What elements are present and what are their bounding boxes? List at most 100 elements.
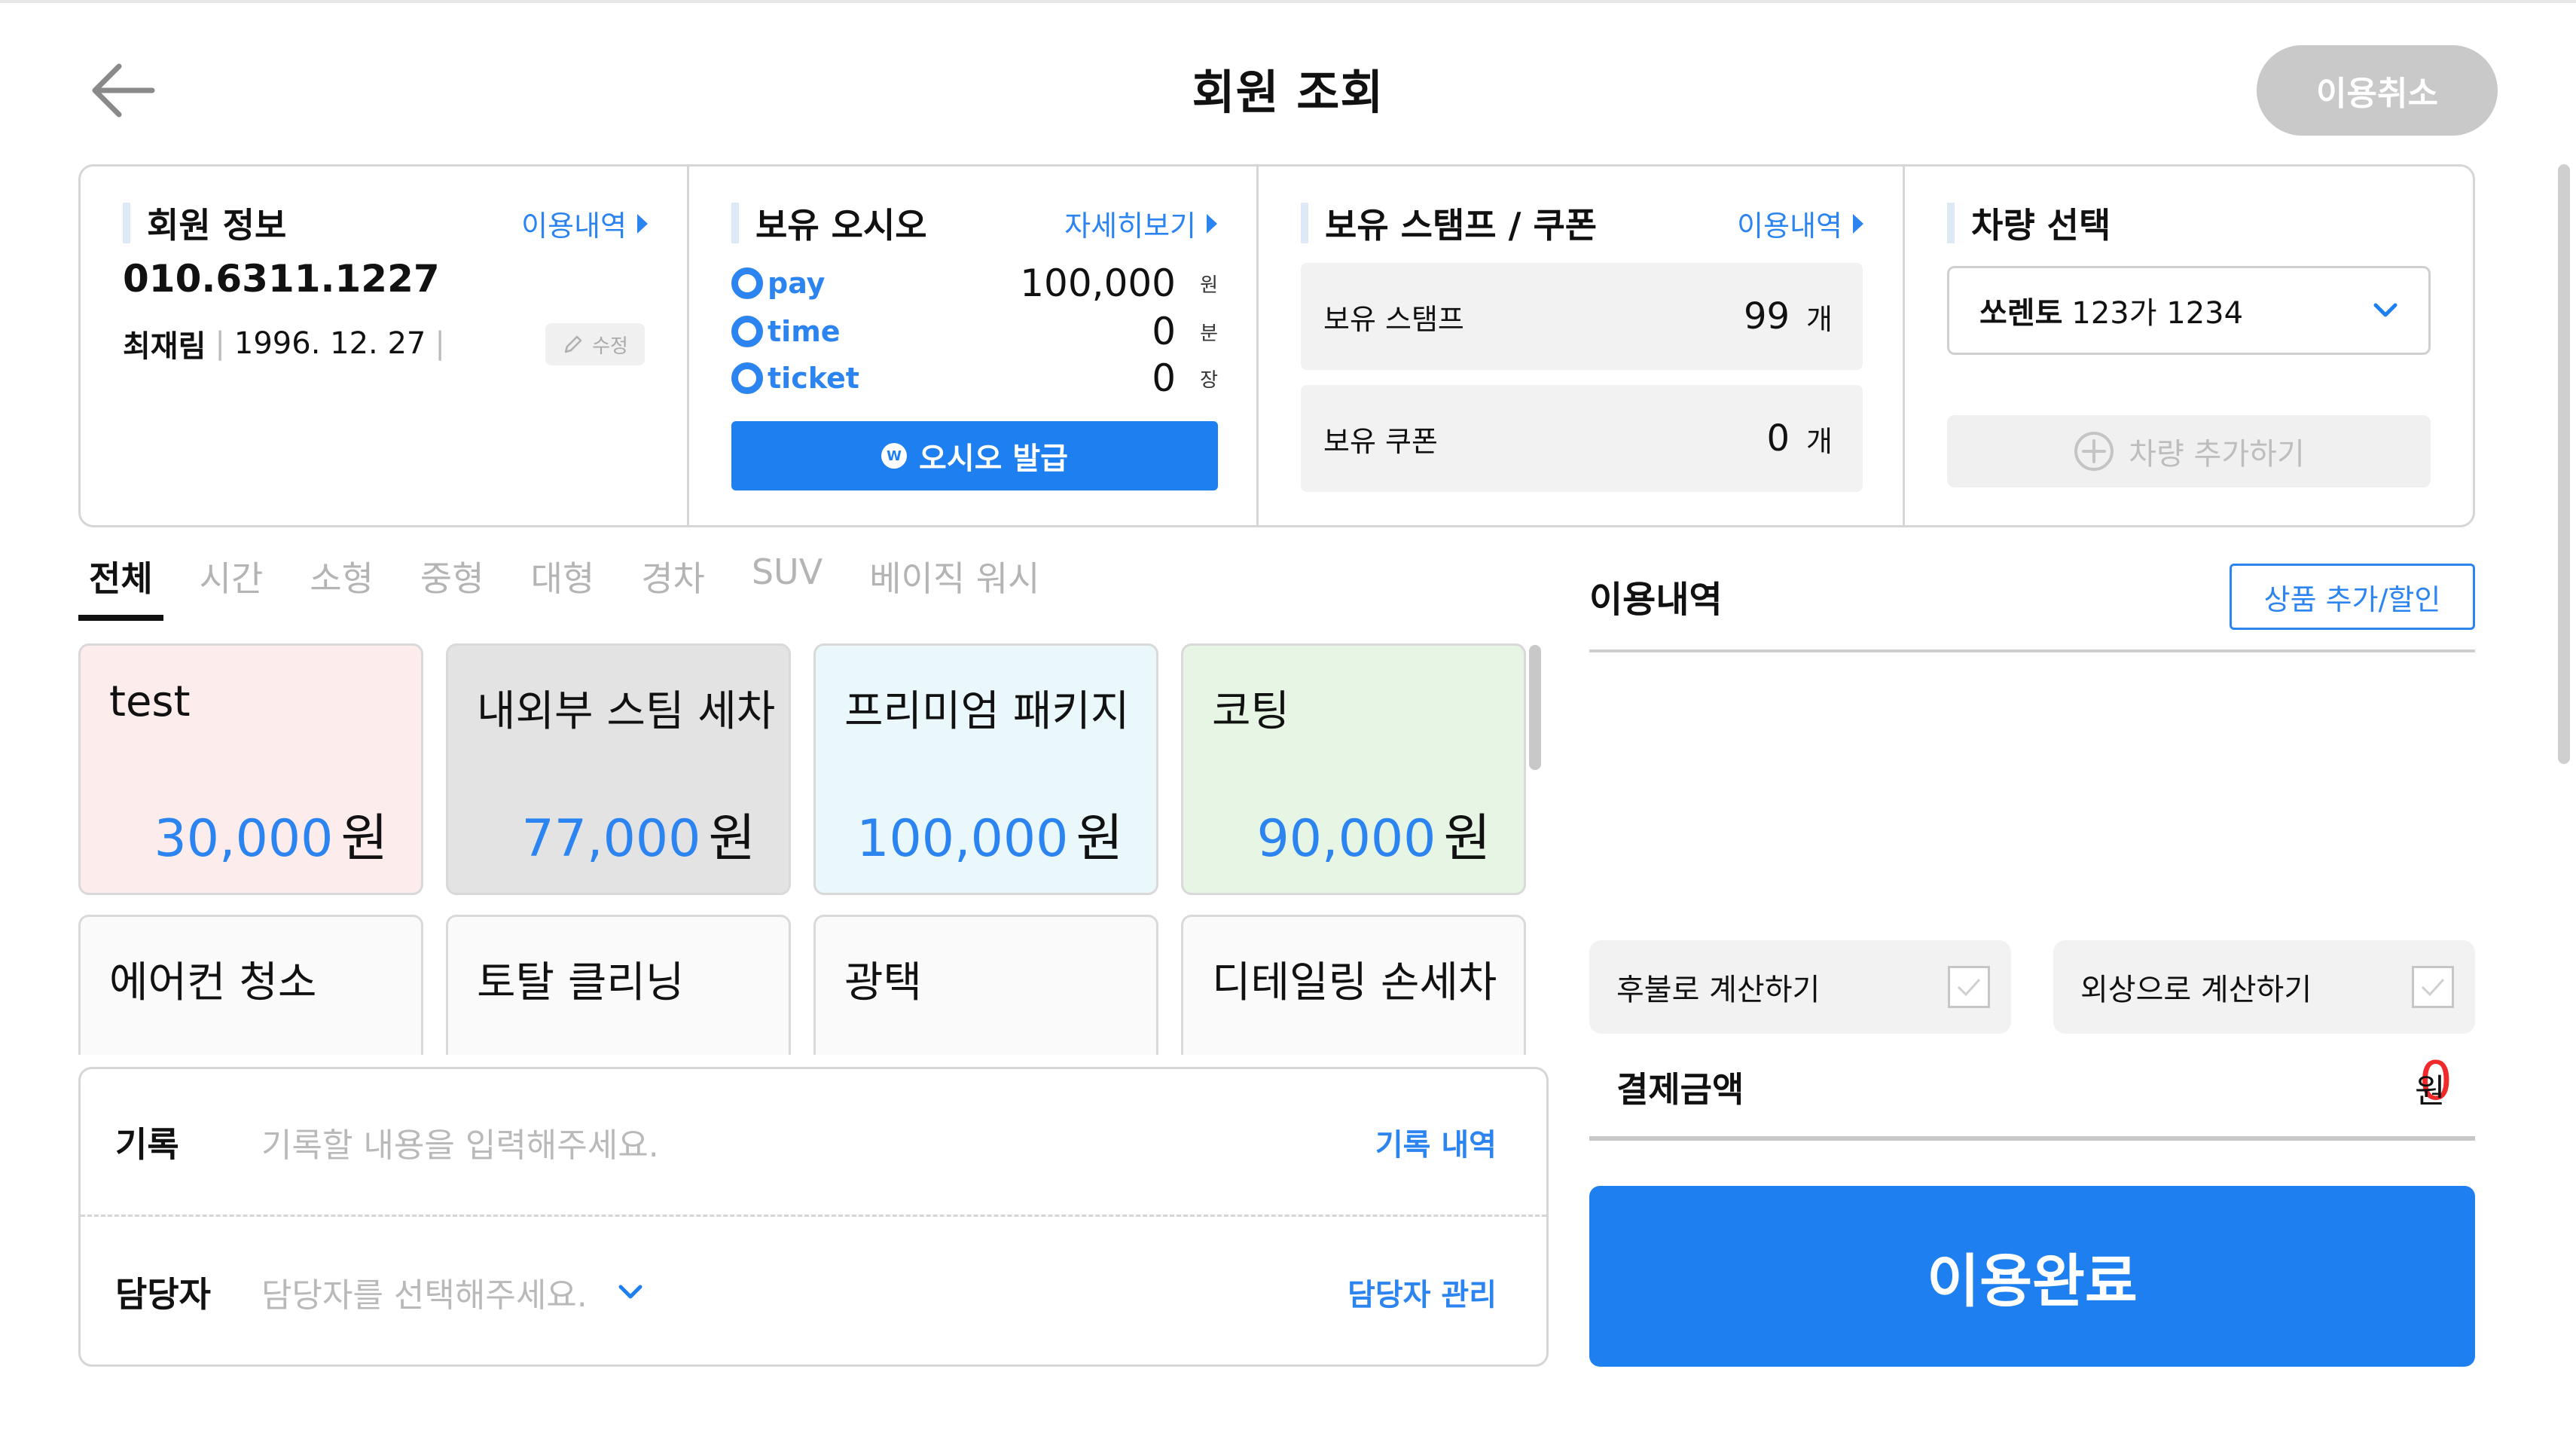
member-info-section: 회원 정보 이용내역 010.6311.1227 최재림 | 1996. 12.… bbox=[81, 167, 689, 525]
stamp-unit: 개 bbox=[1806, 302, 1833, 336]
payment-amount-unit: 원 bbox=[2415, 1072, 2446, 1111]
product-grid-scrollbar[interactable] bbox=[1529, 645, 1541, 770]
osio-title: 보유 오시오 bbox=[731, 198, 927, 248]
tab-medium[interactable]: 중형 bbox=[410, 548, 495, 621]
member-detail-line: 최재림 | 1996. 12. 27 | bbox=[123, 322, 445, 365]
tab-compact[interactable]: 경차 bbox=[630, 548, 716, 621]
product-name: 내외부 스팀 세차 bbox=[477, 687, 776, 736]
chevron-down-icon[interactable] bbox=[618, 1284, 643, 1300]
record-panel: 기록 기록할 내용을 입력해주세요. 기록 내역 담당자 담당자를 선택해주세요… bbox=[78, 1067, 1549, 1367]
caret-right-icon bbox=[1853, 213, 1863, 234]
product-price-unit: 원 bbox=[340, 809, 388, 869]
tab-basic-wash[interactable]: 베이직 워시 bbox=[859, 548, 1050, 621]
product-card[interactable]: 토탈 클리닝 bbox=[446, 915, 791, 1055]
caret-right-icon bbox=[1207, 213, 1217, 234]
osio-ticket-row: ticket 0 장 bbox=[731, 356, 1218, 400]
product-name: test bbox=[109, 677, 191, 726]
product-card[interactable]: 광택 bbox=[813, 915, 1158, 1055]
chevron-down-icon bbox=[2373, 303, 2397, 317]
product-card[interactable]: 디테일링 손세차 bbox=[1181, 915, 1526, 1055]
product-name: 토탈 클리닝 bbox=[477, 958, 685, 1007]
usage-divider bbox=[1589, 649, 2475, 652]
won-coin-icon: W bbox=[881, 443, 908, 469]
product-price: 100,000 원 bbox=[856, 796, 1123, 871]
record-history-link[interactable]: 기록 내역 bbox=[1375, 1120, 1497, 1164]
info-panel: 회원 정보 이용내역 010.6311.1227 최재림 | 1996. 12.… bbox=[78, 164, 2475, 527]
separator: | bbox=[435, 326, 445, 361]
stamp-history-link[interactable]: 이용내역 bbox=[1737, 203, 1863, 244]
deferred-payment-option[interactable]: 후불로 계산하기 bbox=[1589, 940, 2011, 1034]
tab-small[interactable]: 소형 bbox=[299, 548, 384, 621]
tab-large[interactable]: 대형 bbox=[520, 548, 606, 621]
member-birth: 1996. 12. 27 bbox=[233, 326, 426, 361]
edit-member-button[interactable]: 수정 bbox=[545, 323, 645, 365]
vehicle-plate: 123가 1234 bbox=[2071, 296, 2244, 331]
top-divider bbox=[0, 0, 2576, 3]
record-input[interactable]: 기록할 내용을 입력해주세요. bbox=[261, 1118, 659, 1166]
product-price-unit: 원 bbox=[1443, 809, 1491, 869]
vehicle-model: 쏘렌토 bbox=[1979, 296, 2063, 331]
product-price-value: 30,000 bbox=[154, 809, 334, 869]
credit-payment-option[interactable]: 외상으로 계산하기 bbox=[2053, 940, 2475, 1034]
osio-issue-button[interactable]: W 오시오 발급 bbox=[731, 421, 1218, 490]
credit-payment-label: 외상으로 계산하기 bbox=[2080, 973, 2312, 1007]
osio-time-unit: 분 bbox=[1200, 322, 1218, 345]
deferred-payment-label: 후불로 계산하기 bbox=[1616, 973, 1821, 1007]
page-scrollbar[interactable] bbox=[2558, 164, 2570, 764]
record-label: 기록 bbox=[115, 1123, 179, 1165]
product-card[interactable]: test 30,000 원 bbox=[78, 643, 423, 895]
osio-pay-unit: 원 bbox=[1200, 273, 1218, 297]
tab-suv[interactable]: SUV bbox=[741, 548, 833, 621]
vehicle-select[interactable]: 쏘렌토 123가 1234 bbox=[1947, 266, 2431, 355]
osio-section: 보유 오시오 자세히보기 pay 100,000 원 time 0 분 tick… bbox=[689, 167, 1259, 525]
product-card[interactable]: 프리미엄 패키지 100,000 원 bbox=[813, 643, 1158, 895]
osio-pay-value: 100,000 bbox=[1020, 261, 1176, 305]
osio-pay-label: pay bbox=[768, 267, 826, 300]
checkbox-icon[interactable] bbox=[2412, 966, 2454, 1008]
staff-label: 담당자 bbox=[115, 1274, 211, 1315]
stamp-value: 99 bbox=[1743, 295, 1790, 338]
cancel-usage-button[interactable]: 이용취소 bbox=[2257, 45, 2498, 136]
product-price: 77,000 원 bbox=[522, 796, 756, 871]
product-card[interactable]: 에어컨 청소 bbox=[78, 915, 423, 1055]
product-name: 프리미엄 패키지 bbox=[844, 687, 1130, 736]
osio-ticket-label: ticket bbox=[768, 362, 859, 395]
coupon-unit: 개 bbox=[1806, 424, 1833, 458]
stamp-history-link-label: 이용내역 bbox=[1737, 209, 1842, 243]
stamp-coupon-section: 보유 스탬프 / 쿠폰 이용내역 보유 스탬프 99 개 보유 쿠폰 0 개 bbox=[1259, 167, 1905, 525]
product-grid: test 30,000 원 내외부 스팀 세차 77,000 원 프리미엄 패키지 … bbox=[78, 643, 1532, 1055]
staff-manage-link[interactable]: 담당자 관리 bbox=[1348, 1270, 1497, 1314]
product-price: 30,000 원 bbox=[154, 796, 389, 871]
osio-ticket-value: 0 bbox=[1152, 356, 1176, 400]
complete-usage-button[interactable]: 이용완료 bbox=[1589, 1186, 2475, 1367]
product-card[interactable]: 코팅 90,000 원 bbox=[1181, 643, 1526, 895]
staff-row: 담당자 담당자를 선택해주세요. 담당자 관리 bbox=[81, 1218, 1546, 1366]
osio-time-row: time 0 분 bbox=[731, 310, 1218, 353]
product-price-value: 77,000 bbox=[521, 809, 701, 869]
payment-divider bbox=[1589, 1136, 2475, 1141]
checkbox-icon[interactable] bbox=[1948, 966, 1990, 1008]
member-history-link[interactable]: 이용내역 bbox=[521, 203, 648, 244]
osio-o-icon bbox=[731, 316, 763, 347]
usage-title: 이용내역 bbox=[1589, 579, 1723, 621]
coupon-value: 0 bbox=[1766, 417, 1790, 460]
stamp-count-box: 보유 스탬프 99 개 bbox=[1301, 263, 1863, 370]
osio-issue-label: 오시오 발급 bbox=[919, 442, 1068, 476]
stamp-coupon-title: 보유 스탬프 / 쿠폰 bbox=[1301, 198, 1597, 248]
osio-detail-link[interactable]: 자세히보기 bbox=[1064, 203, 1217, 244]
product-price-unit: 원 bbox=[708, 809, 755, 869]
tab-all[interactable]: 전체 bbox=[78, 548, 163, 621]
product-name: 디테일링 손세차 bbox=[1212, 958, 1497, 1007]
coupon-label: 보유 쿠폰 bbox=[1323, 424, 1438, 458]
add-vehicle-button[interactable]: 차량 추가하기 bbox=[1947, 415, 2431, 487]
add-vehicle-label: 차량 추가하기 bbox=[2129, 437, 2305, 472]
osio-time-value: 0 bbox=[1152, 310, 1176, 353]
tab-time[interactable]: 시간 bbox=[189, 548, 274, 621]
osio-detail-link-label: 자세히보기 bbox=[1064, 209, 1196, 243]
product-name: 광택 bbox=[844, 958, 923, 1007]
add-product-discount-button[interactable]: 상품 추가/할인 bbox=[2230, 564, 2475, 630]
stamp-label: 보유 스탬프 bbox=[1323, 302, 1464, 336]
staff-select[interactable]: 담당자를 선택해주세요. bbox=[261, 1268, 588, 1316]
product-card[interactable]: 내외부 스팀 세차 77,000 원 bbox=[446, 643, 791, 895]
member-info-title: 회원 정보 bbox=[123, 198, 286, 248]
